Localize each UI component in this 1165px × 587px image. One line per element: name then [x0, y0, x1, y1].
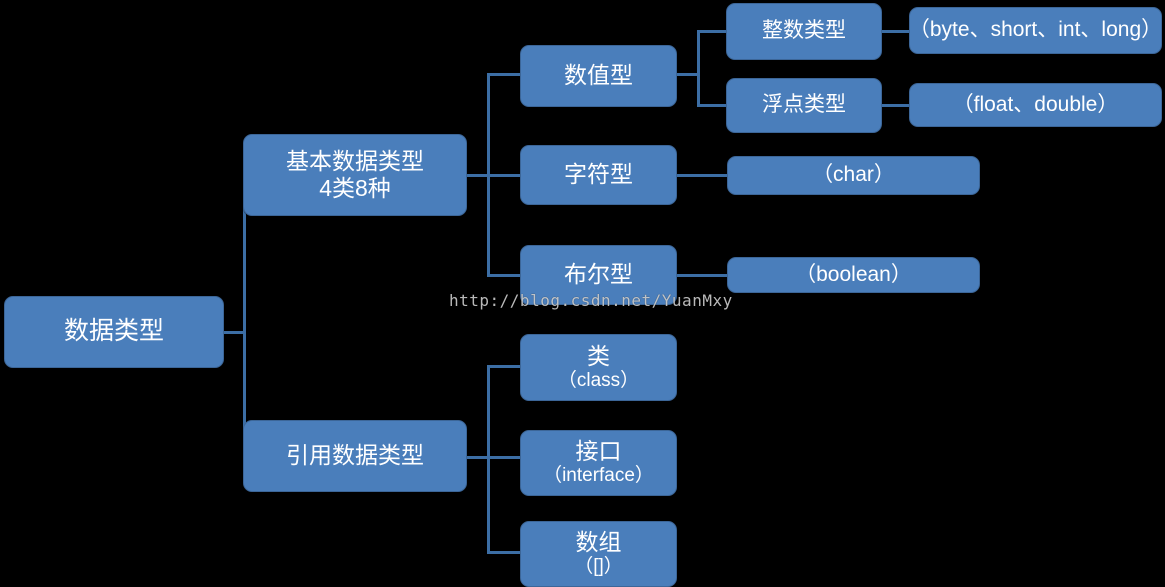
node-integer-label: 整数类型 [762, 19, 846, 43]
node-primitive-line1: 基本数据类型 [286, 147, 424, 174]
connector-reference-out [466, 456, 488, 459]
node-char-values[interactable]: （char） [727, 156, 980, 195]
node-float-values-label: （float、double） [952, 92, 1119, 116]
connector-character-stub [487, 174, 521, 177]
connector-boolean-values [676, 274, 728, 277]
node-numeric-label: 数值型 [564, 62, 633, 89]
connector-float-stub [697, 104, 727, 107]
node-float-values[interactable]: （float、double） [909, 83, 1162, 127]
node-interface[interactable]: 接口 （interface） [520, 430, 677, 496]
connector-numeric-stub [487, 73, 521, 76]
diagram-canvas: 数据类型 基本数据类型 4类8种 引用数据类型 数值型 字符型 布尔型 整数类型… [0, 0, 1165, 587]
node-boolean-label: 布尔型 [564, 261, 633, 288]
connector-float-values [881, 104, 910, 107]
node-integer-type[interactable]: 整数类型 [726, 3, 882, 60]
node-float-type[interactable]: 浮点类型 [726, 78, 882, 133]
connector-trunk-numeric-children [697, 31, 700, 107]
connector-trunk-reference-children [487, 366, 490, 553]
node-reference-label: 引用数据类型 [286, 442, 424, 469]
connector-boolean-stub [487, 274, 521, 277]
node-character-label: 字符型 [564, 161, 633, 188]
connector-integer-stub [697, 30, 727, 33]
node-primitive-types[interactable]: 基本数据类型 4类8种 [243, 134, 467, 216]
connector-class-stub [487, 365, 521, 368]
node-boolean-values-label: （boolean） [795, 262, 912, 286]
node-class-line1: 类 [587, 342, 610, 369]
connector-array-stub [487, 551, 521, 554]
node-class-line2: （class） [557, 369, 640, 391]
node-character-type[interactable]: 字符型 [520, 145, 677, 205]
node-integer-values[interactable]: （byte、short、int、long） [909, 7, 1162, 54]
connector-primitive-out [466, 174, 488, 177]
node-float-label: 浮点类型 [762, 93, 846, 117]
connector-character-values [676, 174, 728, 177]
node-integer-values-label: （byte、short、int、long） [908, 18, 1163, 42]
node-root-label: 数据类型 [63, 317, 164, 346]
node-interface-line1: 接口 [575, 438, 622, 465]
node-primitive-line2: 4类8种 [319, 175, 391, 201]
node-interface-line2: （interface） [543, 465, 654, 487]
node-array-line2: （[]） [574, 556, 623, 578]
node-boolean-values[interactable]: （boolean） [727, 257, 980, 293]
node-array-line1: 数组 [575, 529, 622, 556]
node-root[interactable]: 数据类型 [4, 296, 224, 368]
node-char-values-label: （char） [812, 163, 895, 187]
connector-numeric-out [676, 73, 698, 76]
node-numeric-type[interactable]: 数值型 [520, 45, 677, 107]
node-class[interactable]: 类 （class） [520, 334, 677, 401]
connector-trunk-level2 [243, 175, 246, 458]
node-reference-types[interactable]: 引用数据类型 [243, 420, 467, 492]
watermark-text: http://blog.csdn.net/YuanMxy [449, 291, 733, 310]
connector-integer-values [881, 30, 910, 33]
node-array[interactable]: 数组 （[]） [520, 521, 677, 587]
connector-interface-stub [487, 456, 521, 459]
